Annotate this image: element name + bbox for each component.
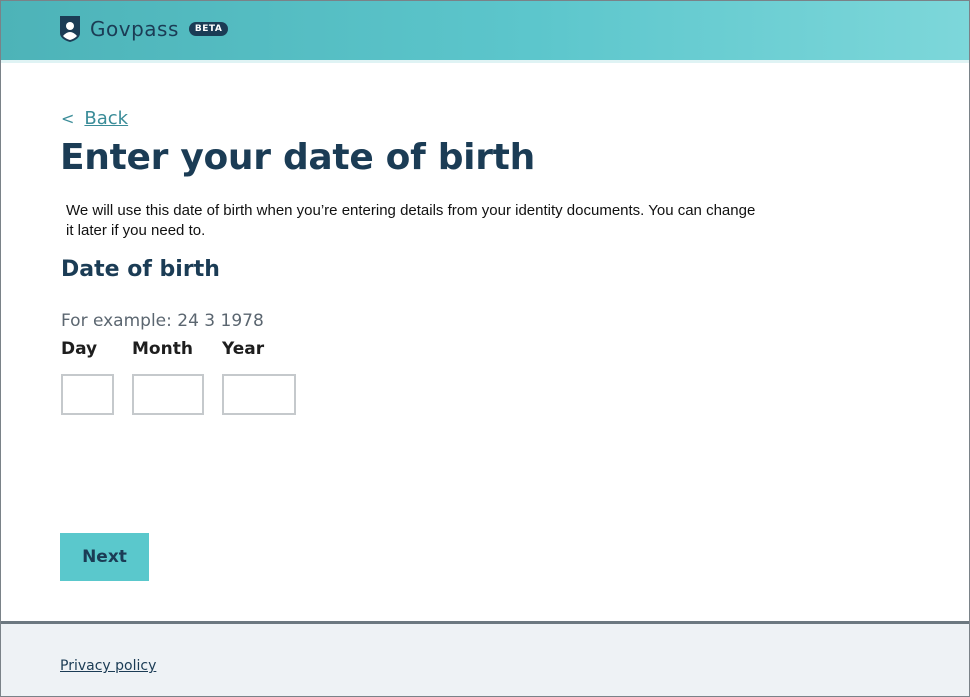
back-link-container: < Back [61, 108, 128, 129]
brand-name: Govpass [90, 17, 179, 41]
beta-badge: BETA [188, 22, 229, 36]
next-button[interactable]: Next [60, 533, 149, 581]
privacy-policy-link[interactable]: Privacy policy [60, 658, 156, 674]
dob-hint: For example: 24 3 1978 [61, 311, 264, 331]
site-footer: Privacy policy [1, 621, 969, 696]
day-label: Day [61, 339, 98, 359]
page-frame: Govpass BETA < Back Enter your date of b… [0, 0, 970, 697]
chevron-left-icon: < [61, 109, 75, 128]
year-input[interactable] [222, 374, 296, 415]
year-field: Year [222, 339, 296, 415]
header-divider [1, 60, 969, 63]
month-field: Month [132, 339, 204, 415]
day-input[interactable] [61, 374, 114, 415]
govpass-logo[interactable]: Govpass BETA [59, 15, 229, 43]
page-title: Enter your date of birth [60, 137, 535, 178]
dob-section-title: Date of birth [61, 257, 220, 282]
shield-person-icon [60, 16, 80, 42]
day-field: Day [61, 339, 114, 415]
month-input[interactable] [132, 374, 204, 415]
intro-text: We will use this date of birth when you’… [66, 202, 756, 239]
year-label: Year [222, 339, 265, 359]
back-link[interactable]: Back [84, 108, 128, 129]
month-label: Month [132, 339, 193, 359]
site-header: Govpass BETA [1, 1, 969, 60]
